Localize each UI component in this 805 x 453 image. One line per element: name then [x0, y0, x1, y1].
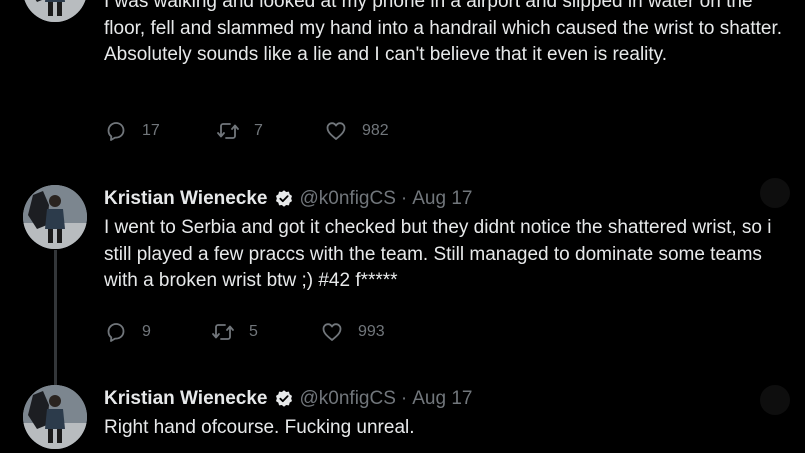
tweet-header: Kristian Wienecke @k0nfigCS · Aug 17 — [104, 385, 472, 413]
tweet-thread: I was walking and looked at my phone in … — [0, 0, 805, 453]
separator-dot: · — [400, 388, 408, 409]
retweet-arrows-icon — [217, 123, 239, 139]
reply-button[interactable]: 17 — [104, 116, 160, 146]
user-handle[interactable]: @k0nfigCS — [300, 188, 396, 210]
more-options-button[interactable] — [760, 385, 790, 415]
tweet-header: Kristian Wienecke @k0nfigCS · Aug 17 — [104, 185, 472, 213]
speech-bubble-icon — [107, 323, 125, 342]
tweet[interactable]: Kristian Wienecke @k0nfigCS · Aug 17 I w… — [0, 178, 805, 360]
reply-count: 17 — [142, 122, 160, 139]
tweet[interactable]: Kristian Wienecke @k0nfigCS · Aug 17 Rig… — [0, 385, 805, 453]
heart-icon — [326, 122, 346, 140]
verified-badge-icon — [275, 190, 292, 207]
tweet-date[interactable]: Aug 17 — [412, 188, 472, 210]
like-button[interactable]: 993 — [320, 317, 385, 347]
retweet-button[interactable]: 5 — [211, 317, 258, 347]
separator-dot: · — [400, 188, 408, 209]
display-name[interactable]: Kristian Wienecke — [104, 188, 268, 210]
avatar[interactable] — [23, 185, 87, 249]
speech-bubble-icon — [107, 122, 125, 141]
avatar[interactable] — [23, 0, 87, 22]
retweet-button[interactable]: 7 — [216, 116, 263, 146]
avatar[interactable] — [23, 385, 87, 449]
verified-badge-icon — [275, 390, 292, 407]
reply-count: 9 — [142, 323, 151, 340]
retweet-count: 7 — [254, 122, 263, 139]
tweet-text: I was walking and looked at my phone in … — [104, 0, 783, 65]
display-name[interactable]: Kristian Wienecke — [104, 388, 268, 410]
more-options-button[interactable] — [760, 178, 790, 208]
tweet-date[interactable]: Aug 17 — [412, 388, 472, 410]
like-button[interactable]: 982 — [324, 116, 389, 146]
like-count: 982 — [362, 122, 389, 139]
user-handle[interactable]: @k0nfigCS — [300, 388, 396, 410]
heart-icon — [322, 323, 342, 341]
tweet-text: Right hand ofcourse. Fucking unreal. — [104, 417, 415, 438]
tweet[interactable]: I was walking and looked at my phone in … — [0, 0, 805, 175]
retweet-count: 5 — [249, 323, 258, 340]
tweet-text: I went to Serbia and got it checked but … — [104, 217, 772, 291]
like-count: 993 — [358, 323, 385, 340]
reply-button[interactable]: 9 — [104, 317, 151, 347]
retweet-arrows-icon — [212, 324, 234, 340]
